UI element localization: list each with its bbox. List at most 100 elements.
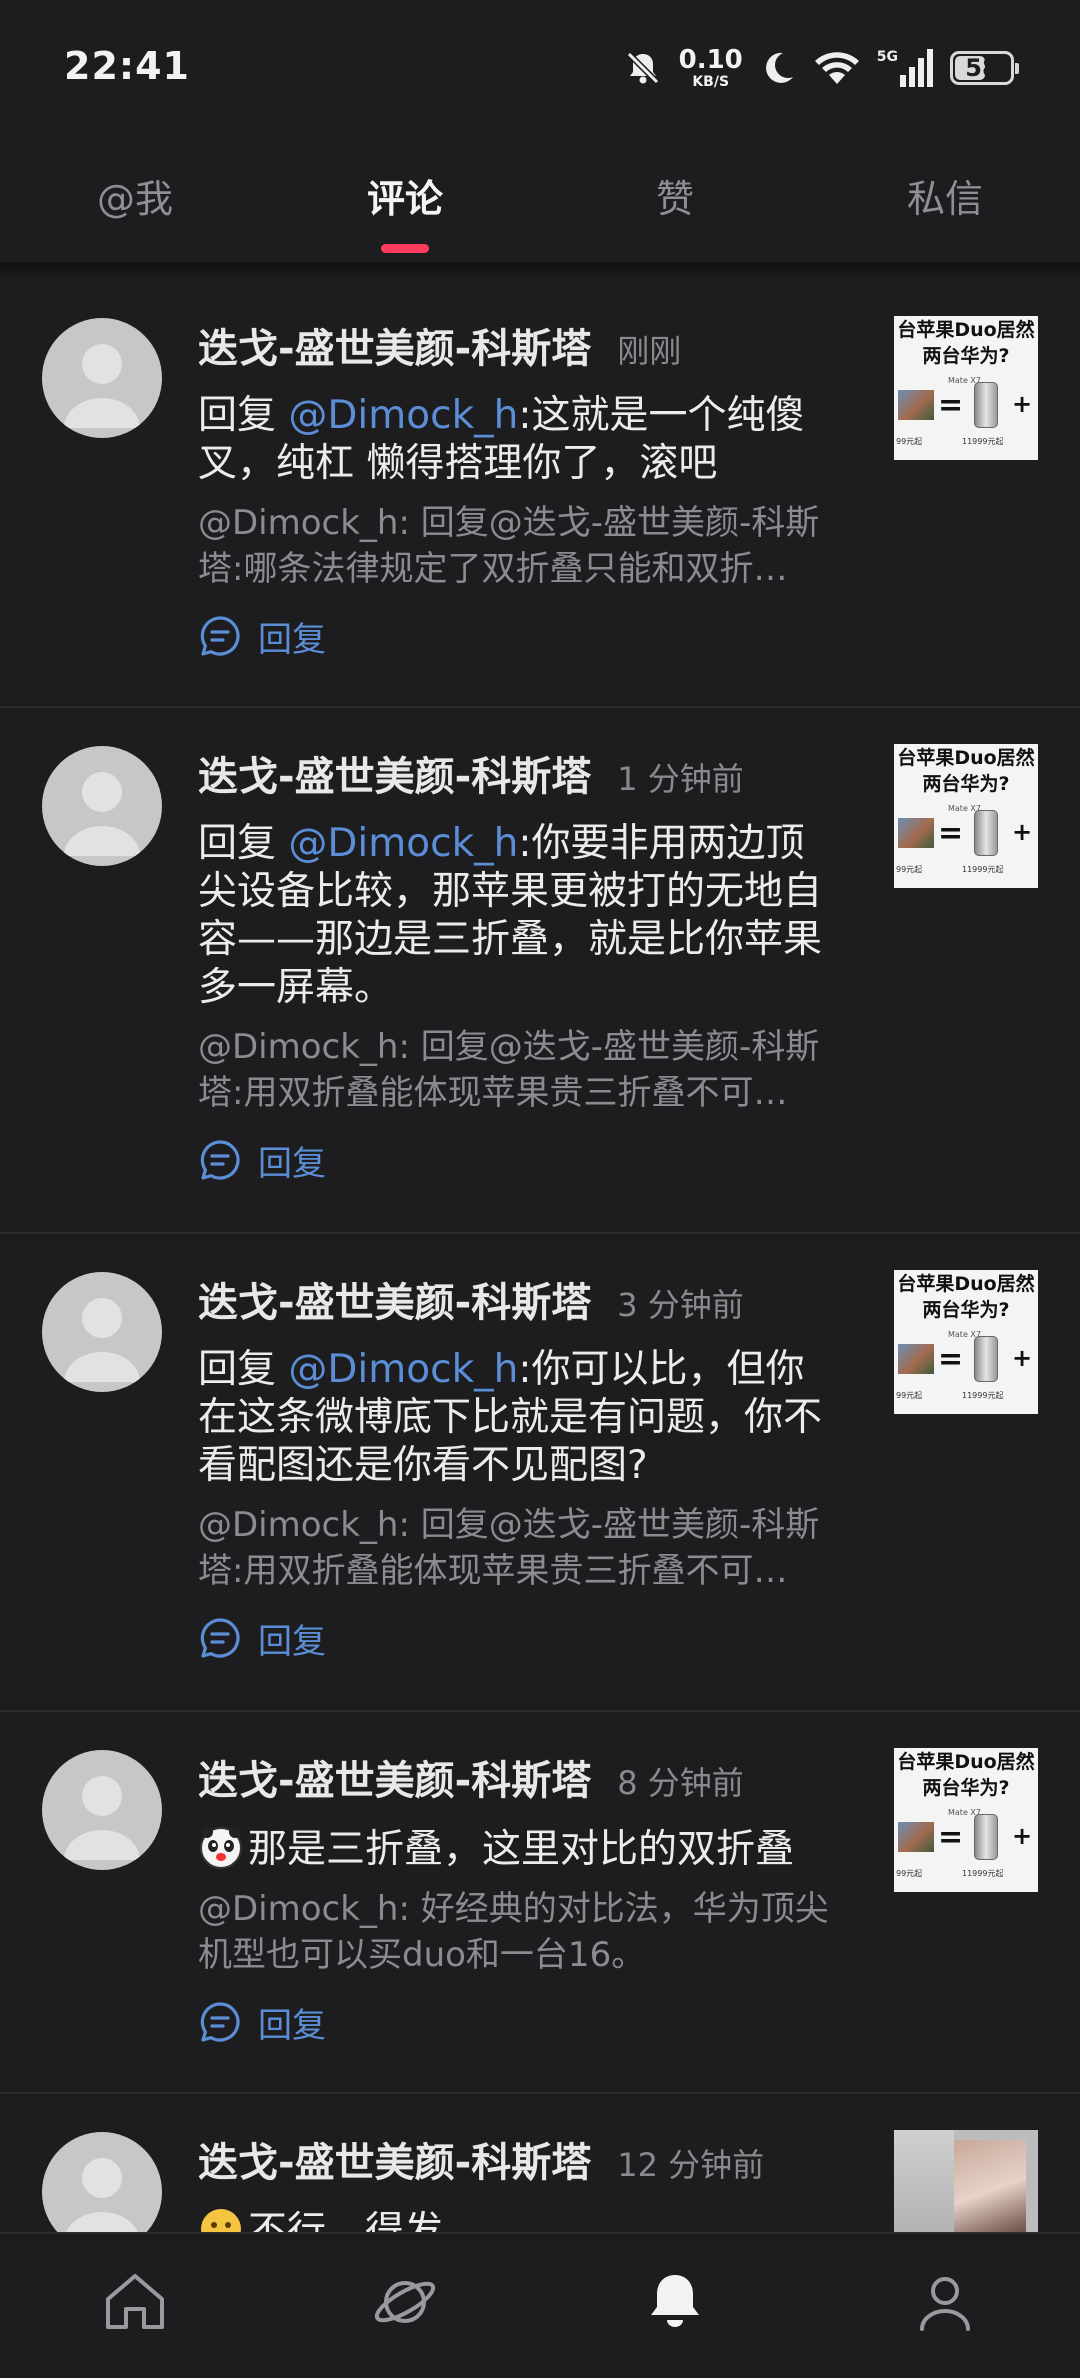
comment-time: 刚刚 (617, 332, 682, 370)
comment-bubble-icon (200, 1618, 240, 1658)
tab-mentions-label: @我 (96, 177, 173, 221)
comment-text: 回复 @Dimock_h:你要非用两边顶尖设备比较，那苹果更被打的无地自容——那… (198, 820, 838, 1012)
planet-icon (374, 2281, 436, 2323)
thumb-phone (974, 1336, 998, 1382)
thumb-image (898, 1822, 934, 1852)
reply-button[interactable]: 回复 (198, 1616, 838, 1662)
thumb-phone (974, 1814, 998, 1860)
tab-likes[interactable]: 赞 (540, 130, 810, 262)
thumb-image (898, 1344, 934, 1374)
avatar[interactable] (42, 746, 162, 866)
thumb-title: 台苹果Duo居然 (897, 747, 1035, 769)
thumb-price: 99元起 (896, 1391, 923, 1400)
signal-label: 5G (876, 49, 898, 65)
list-item[interactable]: 迭戈-盛世美颜-科斯塔 3 分钟前 回复 @Dimock_h:你可以比，但你在这… (0, 1234, 1080, 1712)
user-name[interactable]: 迭戈-盛世美颜-科斯塔 (198, 744, 591, 802)
tab-comments-label: 评论 (366, 177, 443, 221)
thumb-subtitle: 两台华为? (922, 1299, 1010, 1321)
thumb-title: 台苹果Duo居然 (897, 319, 1035, 341)
quoted-comment[interactable]: @Dimock_h: 回复@迭戈-盛世美颜-科斯塔:哪条法律规定了双折叠只能和双… (198, 500, 838, 592)
active-tab-indicator (381, 244, 429, 253)
comment-time: 1 分钟前 (617, 760, 744, 798)
list-item[interactable]: 迭戈-盛世美颜-科斯塔 刚刚 回复 @Dimock_h:这就是一个纯傻叉，纯杠 … (0, 280, 1080, 708)
comment-content: 迭戈-盛世美颜-科斯塔 8 分钟前 那是三折叠，这里对比的双折叠 @Dimock… (198, 1748, 838, 2046)
comment-bubble-icon (200, 1140, 240, 1180)
wifi-icon (814, 52, 859, 84)
comment-time: 3 分钟前 (617, 1286, 744, 1324)
tab-comments[interactable]: 评论 (270, 130, 540, 262)
comment-body: 那是三折叠，这里对比的双折叠 (248, 1827, 795, 1872)
post-thumbnail[interactable]: 台苹果Duo居然 两台华为? Mate X7 = + 99元起 11999元起 (894, 1748, 1038, 1892)
thumb-equals: = (938, 1820, 964, 1855)
thumb-title: 台苹果Duo居然 (897, 1751, 1035, 1773)
thumb-subtitle: 两台华为? (922, 1777, 1010, 1799)
reply-label: 回复 (258, 1621, 326, 1662)
thumb-phone (974, 382, 998, 428)
nav-notifications[interactable] (540, 2234, 810, 2378)
signal-bars-icon (900, 49, 933, 87)
thumb-plus: + (1012, 1822, 1033, 1850)
thumb-image (898, 390, 934, 420)
post-thumbnail[interactable]: 台苹果Duo居然 两台华为? Mate X7 = + 99元起 11999元起 (894, 316, 1038, 460)
quoted-comment[interactable]: @Dimock_h: 回复@迭戈-盛世美颜-科斯塔:用双折叠能体现苹果贵三折叠不… (198, 1502, 838, 1594)
user-name[interactable]: 迭戈-盛世美颜-科斯塔 (198, 1270, 591, 1328)
list-item[interactable]: 迭戈-盛世美颜-科斯塔 1 分钟前 回复 @Dimock_h:你要非用两边顶尖设… (0, 708, 1080, 1234)
thumb-equals: = (938, 1342, 964, 1377)
avatar[interactable] (42, 318, 162, 438)
thumb-plus: + (1012, 1344, 1033, 1372)
mention-link[interactable]: @Dimock_h (288, 1347, 518, 1392)
avatar[interactable] (42, 1750, 162, 1870)
tab-bar: @我 评论 赞 私信 (0, 130, 1080, 262)
comment-content: 迭戈-盛世美颜-科斯塔 3 分钟前 回复 @Dimock_h:你可以比，但你在这… (198, 1270, 838, 1662)
status-time: 22:41 (64, 44, 190, 88)
profile-icon (920, 2277, 970, 2331)
comment-bubble-icon (200, 2002, 240, 2042)
tab-messages-label: 私信 (906, 177, 983, 221)
quoted-comment[interactable]: @Dimock_h: 回复@迭戈-盛世美颜-科斯塔:用双折叠能体现苹果贵三折叠不… (198, 1024, 838, 1116)
post-thumbnail[interactable]: 台苹果Duo居然 两台华为? Mate X7 = + 99元起 11999元起 (894, 1270, 1038, 1414)
thumb-price: 11999元起 (962, 865, 1004, 874)
panda-emoji-icon (200, 1826, 242, 1869)
mention-link[interactable]: @Dimock_h (288, 393, 518, 438)
mention-link[interactable]: @Dimock_h (288, 821, 518, 866)
avatar[interactable] (42, 1272, 162, 1392)
reply-label: 回复 (258, 1143, 326, 1184)
comment-time: 12 分钟前 (617, 2146, 765, 2184)
nav-discover[interactable] (270, 2234, 540, 2378)
thumb-price: 99元起 (896, 1869, 923, 1878)
tab-likes-label: 赞 (655, 177, 694, 221)
reply-button[interactable]: 回复 (198, 614, 838, 660)
thumb-price: 11999元起 (962, 1869, 1004, 1878)
user-name[interactable]: 迭戈-盛世美颜-科斯塔 (198, 1748, 591, 1806)
reply-label: 回复 (258, 619, 326, 660)
comment-content: 迭戈-盛世美颜-科斯塔 刚刚 回复 @Dimock_h:这就是一个纯傻叉，纯杠 … (198, 316, 838, 660)
network-speed-unit: KB/S (692, 74, 730, 90)
battery-icon: 58 (950, 51, 1019, 85)
comment-content: 迭戈-盛世美颜-科斯塔 1 分钟前 回复 @Dimock_h:你要非用两边顶尖设… (198, 744, 838, 1184)
nav-home[interactable] (0, 2234, 270, 2378)
network-speed-value: 0.10 (678, 45, 743, 75)
thumb-subtitle: 两台华为? (922, 773, 1010, 795)
reply-prefix: 回复 (198, 1347, 289, 1392)
user-name[interactable]: 迭戈-盛世美颜-科斯塔 (198, 316, 591, 374)
thumb-price: 99元起 (896, 437, 923, 446)
thumb-equals: = (938, 388, 964, 423)
user-name[interactable]: 迭戈-盛世美颜-科斯塔 (198, 2130, 591, 2188)
post-thumbnail[interactable]: 台苹果Duo居然 两台华为? Mate X7 = + 99元起 11999元起 (894, 744, 1038, 888)
reply-button[interactable]: 回复 (198, 2000, 838, 2046)
tab-messages[interactable]: 私信 (810, 130, 1080, 262)
comment-text: 那是三折叠，这里对比的双折叠 (198, 1824, 838, 1874)
quoted-comment[interactable]: @Dimock_h: 好经典的对比法，华为顶尖机型也可以买duo和一台16。 (198, 1886, 838, 1978)
thumb-title: 台苹果Duo居然 (897, 1273, 1035, 1295)
reply-button[interactable]: 回复 (198, 1138, 838, 1184)
thumb-subtitle: 两台华为? (922, 345, 1010, 367)
reply-label: 回复 (258, 2005, 326, 2046)
list-item[interactable]: 迭戈-盛世美颜-科斯塔 8 分钟前 那是三折叠，这里对比的双折叠 @Dimock… (0, 1712, 1080, 2094)
bell-icon (651, 2275, 699, 2327)
tab-mentions[interactable]: @我 (0, 130, 270, 262)
comment-list: 迭戈-盛世美颜-科斯塔 刚刚 回复 @Dimock_h:这就是一个纯傻叉，纯杠 … (0, 280, 1080, 2378)
nav-profile[interactable] (810, 2234, 1080, 2378)
mute-bell-icon (626, 51, 659, 85)
thumb-plus: + (1012, 390, 1033, 418)
reply-prefix: 回复 (198, 821, 289, 866)
